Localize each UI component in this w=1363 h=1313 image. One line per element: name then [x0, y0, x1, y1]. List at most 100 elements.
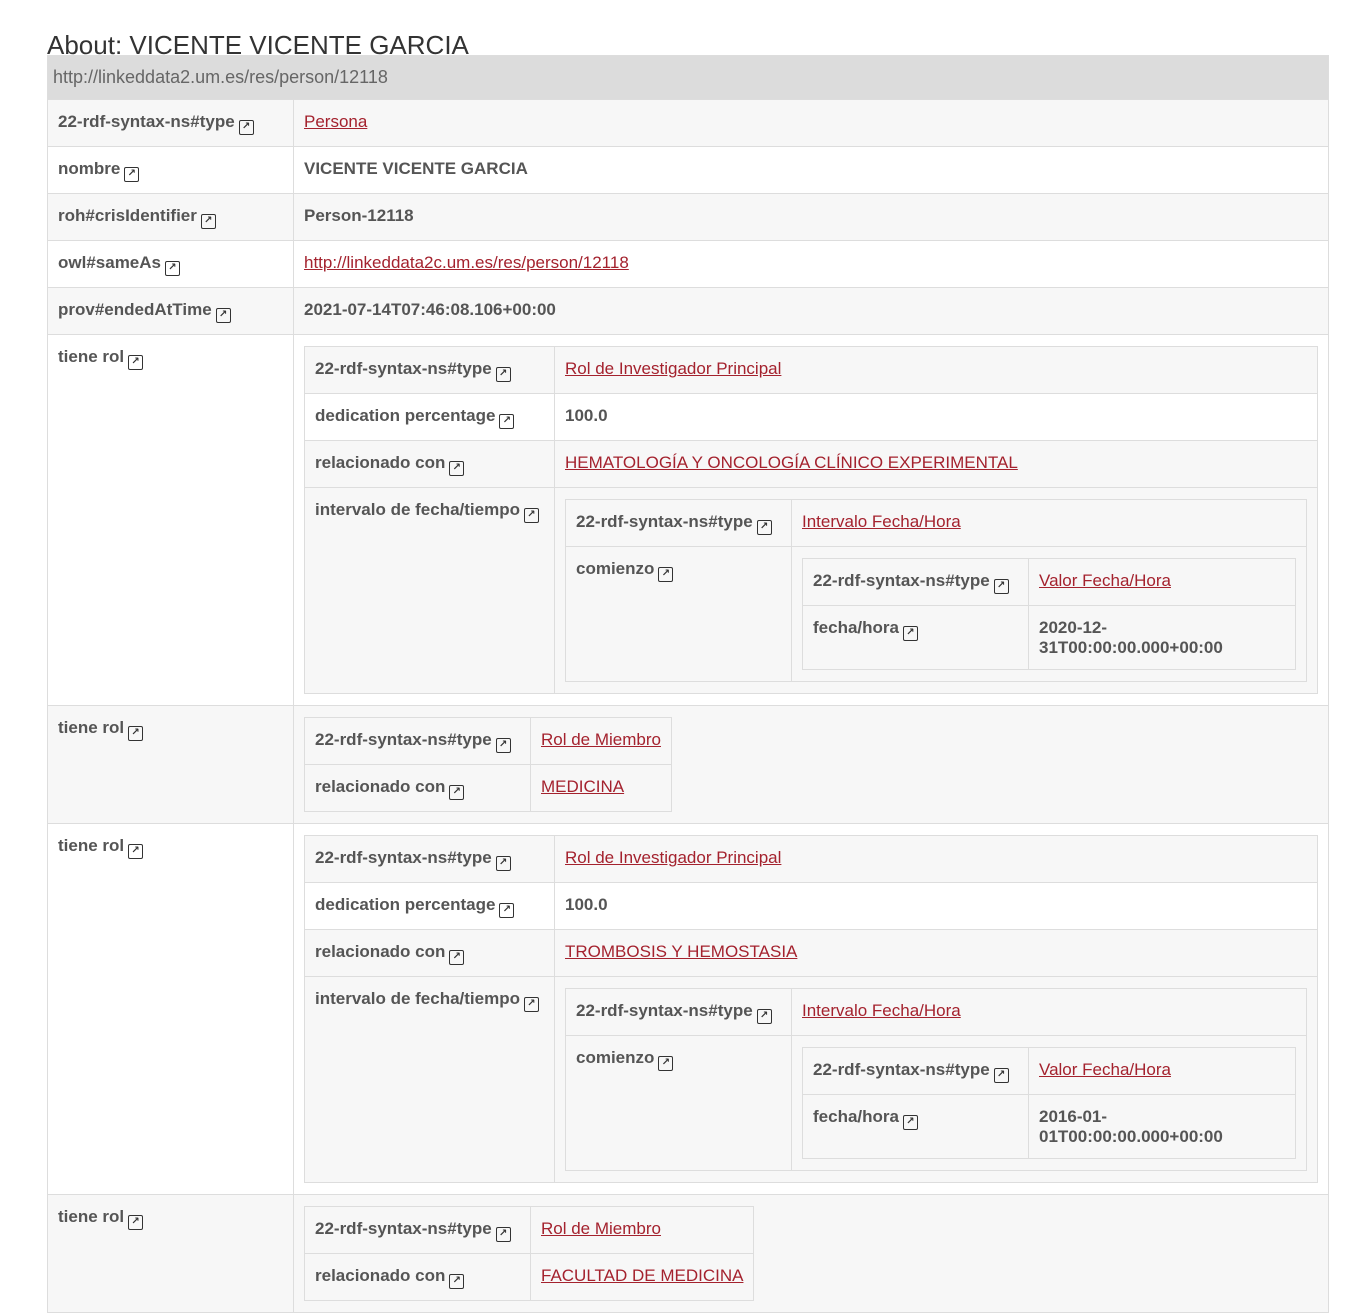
role-row: tiene rol ↗ 22-rdf-syntax-ns#type ↗ Rol de… — [47, 823, 1329, 1195]
external-link-icon[interactable]: ↗ — [993, 579, 1009, 594]
property-link[interactable]: 22-rdf-syntax-ns#type — [315, 848, 492, 867]
property-link[interactable]: tiene rol — [58, 347, 124, 366]
subject-uri-row: http://linkeddata2.um.es/res/person/1211… — [47, 55, 1329, 100]
external-link-icon[interactable]: ↗ — [756, 520, 772, 535]
property-link[interactable]: 22-rdf-syntax-ns#type — [58, 112, 235, 131]
external-link-icon[interactable]: ↗ — [449, 461, 465, 476]
role-row: tiene rol ↗ 22-rdf-syntax-ns#type ↗ Rol de… — [47, 334, 1329, 706]
property-link[interactable]: 22-rdf-syntax-ns#type — [315, 359, 492, 378]
external-link-icon[interactable]: ↗ — [756, 1009, 772, 1024]
property-value: VICENTE VICENTE GARCIA — [293, 146, 1329, 194]
property-value: 2020-12-31T00:00:00.000+00:00 — [1028, 605, 1296, 670]
property-link[interactable]: 22-rdf-syntax-ns#type — [813, 1060, 990, 1079]
property-row: 22-rdf-syntax-ns#type ↗ Persona — [47, 99, 1329, 147]
interval-table: 22-rdf-syntax-ns#type ↗ Intervalo Fecha/H… — [565, 499, 1307, 682]
property-link[interactable]: relacionado con — [315, 1266, 445, 1285]
datetime-table: 22-rdf-syntax-ns#type ↗ Valor Fecha/Hora … — [802, 1047, 1296, 1159]
value-link[interactable]: Rol de Miembro — [541, 1219, 661, 1238]
property-value: 2021-07-14T07:46:08.106+00:00 — [293, 287, 1329, 335]
external-link-icon[interactable]: ↗ — [124, 167, 140, 182]
property-link[interactable]: roh#crisIdentifier — [58, 206, 197, 225]
page-title: About: VICENTE VICENTE GARCIA — [47, 30, 469, 60]
external-link-icon[interactable]: ↗ — [902, 1115, 918, 1130]
value-link[interactable]: http://linkeddata2c.um.es/res/person/121… — [304, 253, 629, 272]
property-value: Person-12118 — [293, 193, 1329, 241]
property-row: nombre ↗ VICENTE VICENTE GARCIA — [47, 146, 1329, 194]
value-link[interactable]: Intervalo Fecha/Hora — [802, 1001, 961, 1020]
external-link-icon[interactable]: ↗ — [993, 1068, 1009, 1083]
value-link[interactable]: MEDICINA — [541, 777, 624, 796]
value-link[interactable]: Valor Fecha/Hora — [1039, 571, 1171, 590]
external-link-icon[interactable]: ↗ — [495, 367, 511, 382]
property-link[interactable]: intervalo de fecha/tiempo — [315, 500, 520, 519]
property-value: 100.0 — [554, 393, 1318, 441]
page: About: VICENTE VICENTE GARCIA http://lin… — [0, 0, 1363, 1313]
external-link-icon[interactable]: ↗ — [499, 414, 515, 429]
property-link[interactable]: fecha/hora — [813, 618, 899, 637]
value-link[interactable]: Rol de Investigador Principal — [565, 359, 781, 378]
external-link-icon[interactable]: ↗ — [215, 308, 231, 323]
property-link[interactable]: 22-rdf-syntax-ns#type — [576, 1001, 753, 1020]
external-link-icon[interactable]: ↗ — [128, 726, 144, 741]
role-table: 22-rdf-syntax-ns#type ↗ Rol de Investigad… — [304, 346, 1318, 694]
external-link-icon[interactable]: ↗ — [658, 1056, 674, 1071]
property-link[interactable]: intervalo de fecha/tiempo — [315, 989, 520, 1008]
property-link[interactable]: relacionado con — [315, 453, 445, 472]
value-link[interactable]: Intervalo Fecha/Hora — [802, 512, 961, 531]
external-link-icon[interactable]: ↗ — [524, 508, 539, 523]
value-link[interactable]: FACULTAD DE MEDICINA — [541, 1266, 743, 1285]
value-link[interactable]: Valor Fecha/Hora — [1039, 1060, 1171, 1079]
value-link[interactable]: TROMBOSIS Y HEMOSTASIA — [565, 942, 797, 961]
property-link[interactable]: 22-rdf-syntax-ns#type — [315, 730, 492, 749]
value-link[interactable]: HEMATOLOGÍA Y ONCOLOGÍA CLÍNICO EXPERIME… — [565, 453, 1018, 472]
property-link[interactable]: relacionado con — [315, 777, 445, 796]
value-link[interactable]: Rol de Miembro — [541, 730, 661, 749]
interval-table: 22-rdf-syntax-ns#type ↗ Intervalo Fecha/H… — [565, 988, 1307, 1171]
external-link-icon[interactable]: ↗ — [200, 214, 216, 229]
property-link[interactable]: comienzo — [576, 1048, 654, 1067]
property-link[interactable]: dedication percentage — [315, 406, 495, 425]
property-link[interactable]: fecha/hora — [813, 1107, 899, 1126]
external-link-icon[interactable]: ↗ — [902, 626, 918, 641]
property-row: prov#endedAtTime ↗ 2021-07-14T07:46:08.10… — [47, 287, 1329, 335]
datetime-table: 22-rdf-syntax-ns#type ↗ Valor Fecha/Hora … — [802, 558, 1296, 670]
external-link-icon[interactable]: ↗ — [128, 355, 144, 370]
property-link[interactable]: tiene rol — [58, 1207, 124, 1226]
role-row: tiene rol ↗ 22-rdf-syntax-ns#type ↗ Rol de… — [47, 705, 1329, 824]
property-link[interactable]: 22-rdf-syntax-ns#type — [813, 571, 990, 590]
property-link[interactable]: nombre — [58, 159, 120, 178]
property-row: roh#crisIdentifier ↗ Person-12118 — [47, 193, 1329, 241]
property-link[interactable]: tiene rol — [58, 836, 124, 855]
property-link[interactable]: comienzo — [576, 559, 654, 578]
external-link-icon[interactable]: ↗ — [495, 1227, 511, 1242]
external-link-icon[interactable]: ↗ — [524, 997, 539, 1012]
role-table: 22-rdf-syntax-ns#type ↗ Rol de Miembro re… — [304, 717, 672, 812]
property-link[interactable]: 22-rdf-syntax-ns#type — [576, 512, 753, 531]
role-table: 22-rdf-syntax-ns#type ↗ Rol de Miembro re… — [304, 1206, 755, 1301]
external-link-icon[interactable]: ↗ — [449, 1274, 465, 1289]
property-link[interactable]: owl#sameAs — [58, 253, 161, 272]
property-link[interactable]: prov#endedAtTime — [58, 300, 212, 319]
external-link-icon[interactable]: ↗ — [128, 844, 144, 859]
external-link-icon[interactable]: ↗ — [165, 261, 180, 276]
external-link-icon[interactable]: ↗ — [499, 903, 515, 918]
role-table: 22-rdf-syntax-ns#type ↗ Rol de Investigad… — [304, 835, 1318, 1183]
external-link-icon[interactable]: ↗ — [128, 1215, 144, 1230]
role-row: tiene rol ↗ 22-rdf-syntax-ns#type ↗ Rol de… — [47, 1194, 1329, 1313]
subject-uri: http://linkeddata2.um.es/res/person/1211… — [47, 55, 1329, 100]
external-link-icon[interactable]: ↗ — [449, 785, 465, 800]
property-link[interactable]: 22-rdf-syntax-ns#type — [315, 1219, 492, 1238]
external-link-icon[interactable]: ↗ — [238, 120, 254, 135]
resource-table: http://linkeddata2.um.es/res/person/1211… — [47, 55, 1329, 1313]
property-link[interactable]: tiene rol — [58, 718, 124, 737]
property-value: 100.0 — [554, 882, 1318, 930]
external-link-icon[interactable]: ↗ — [449, 950, 465, 965]
external-link-icon[interactable]: ↗ — [495, 738, 511, 753]
property-link[interactable]: dedication percentage — [315, 895, 495, 914]
property-link[interactable]: relacionado con — [315, 942, 445, 961]
value-link[interactable]: Persona — [304, 112, 367, 131]
external-link-icon[interactable]: ↗ — [495, 856, 511, 871]
value-link[interactable]: Rol de Investigador Principal — [565, 848, 781, 867]
external-link-icon[interactable]: ↗ — [658, 567, 674, 582]
property-value: 2016-01-01T00:00:00.000+00:00 — [1028, 1094, 1296, 1159]
